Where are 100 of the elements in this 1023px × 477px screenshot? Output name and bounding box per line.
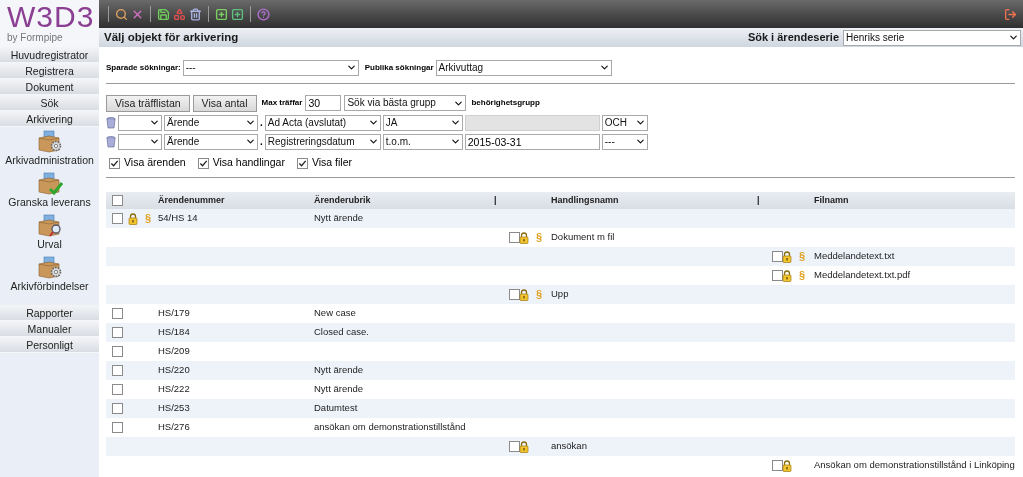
nav-button[interactable]: Sök xyxy=(0,95,99,111)
section-sign: § xyxy=(799,251,806,262)
dot-separator: . xyxy=(260,116,263,130)
chevron-down-icon xyxy=(245,136,256,147)
group-label: behörighetsgrupp xyxy=(471,97,540,109)
case-number: 54/HS 14 xyxy=(158,211,198,226)
chevron-down-icon xyxy=(149,117,160,128)
case-number: HS/179 xyxy=(158,306,190,321)
nav-link[interactable]: Granska leverans xyxy=(8,196,91,209)
document-name: ansökan xyxy=(551,439,587,454)
dot-separator: . xyxy=(260,135,263,149)
object-dropdown[interactable]: Ärende xyxy=(164,114,258,131)
box-check-icon[interactable] xyxy=(36,172,63,196)
case-number: HS/209 xyxy=(158,344,190,359)
action-button[interactable]: Visa antal xyxy=(192,94,257,112)
series-label: Sök i ärendeserie xyxy=(747,30,839,46)
logo-subtitle: by Formpipe xyxy=(7,32,64,44)
chevron-down-icon xyxy=(449,117,461,128)
box-gear-icon[interactable] xyxy=(36,130,63,154)
column-header: | xyxy=(494,193,497,207)
document-name: Upp xyxy=(551,287,569,302)
max-hits-label: Max träffar xyxy=(261,97,303,109)
chevron-down-icon xyxy=(598,62,610,73)
chevron-down-icon xyxy=(449,136,461,147)
prefix-dropdown[interactable] xyxy=(118,114,162,131)
row-checkbox[interactable] xyxy=(772,460,783,471)
public-searches-label: Publika sökningar xyxy=(364,61,434,74)
conjunction-dropdown[interactable]: --- xyxy=(601,133,648,150)
search-icon[interactable] xyxy=(115,7,128,21)
add-icon[interactable] xyxy=(231,7,244,21)
option-checkbox[interactable] xyxy=(296,157,308,169)
case-title: ansökan om demonstrationstillstånd xyxy=(314,420,466,435)
file-name: Ansökan om demonstrationstillstånd i Linköping xyxy=(814,458,1015,473)
case-title: New case xyxy=(314,306,356,321)
row-checkbox[interactable] xyxy=(509,289,520,300)
logout-icon[interactable] xyxy=(1004,7,1017,21)
save-icon[interactable] xyxy=(157,7,170,21)
nav-link[interactable]: Arkivadministration xyxy=(5,154,94,167)
value-input[interactable]: 2015-03-31 xyxy=(464,133,600,150)
column-header: | xyxy=(757,193,760,207)
box-gear-icon[interactable] xyxy=(36,256,63,280)
row-checkbox[interactable] xyxy=(509,232,520,243)
operator-dropdown[interactable]: JA xyxy=(382,114,463,131)
section-sign: § xyxy=(145,213,152,224)
nav-link[interactable]: Arkivförbindelser xyxy=(10,280,89,293)
nav-button[interactable]: Personligt xyxy=(0,337,99,353)
nav-button[interactable]: Manualer xyxy=(0,321,99,337)
row-checkbox[interactable] xyxy=(112,403,123,414)
row-checkbox[interactable] xyxy=(112,346,123,357)
nav-button[interactable]: Huvudregistrator xyxy=(0,47,99,63)
file-name: Meddelandetext.txt.pdf xyxy=(814,268,911,283)
nav-button[interactable]: Arkivering xyxy=(0,111,99,127)
column-header: Handlingsnamn xyxy=(551,193,619,207)
action-button[interactable]: Visa träfflistan xyxy=(106,94,190,112)
trash-bin-icon[interactable] xyxy=(106,135,116,148)
page-title: Välj objekt för arkivering xyxy=(104,29,239,45)
add-icon[interactable] xyxy=(215,7,228,21)
nav-button[interactable]: Registrera xyxy=(0,63,99,79)
case-number: HS/222 xyxy=(158,382,190,397)
series-dropdown[interactable]: Henriks serie xyxy=(843,29,1021,46)
row-checkbox[interactable] xyxy=(772,251,783,262)
row-checkbox[interactable] xyxy=(112,422,123,433)
attribute-dropdown[interactable]: Registreringsdatum xyxy=(264,133,381,150)
row-checkbox[interactable] xyxy=(112,213,123,224)
case-number: HS/220 xyxy=(158,363,190,378)
object-dropdown[interactable]: Ärende xyxy=(164,133,258,150)
row-checkbox[interactable] xyxy=(112,384,123,395)
section-sign: § xyxy=(536,232,543,243)
conjunction-dropdown[interactable]: OCH xyxy=(601,114,648,131)
chevron-down-icon xyxy=(367,117,379,128)
row-checkbox[interactable] xyxy=(509,441,520,452)
case-number: HS/253 xyxy=(158,401,190,416)
row-checkbox[interactable] xyxy=(112,327,123,338)
box-magnifier-icon[interactable] xyxy=(36,214,63,238)
section-sign: § xyxy=(799,270,806,281)
nav-link[interactable]: Urval xyxy=(37,238,62,251)
case-number: HS/184 xyxy=(158,325,190,340)
trash-bin-icon[interactable] xyxy=(106,116,116,129)
row-checkbox[interactable] xyxy=(772,270,783,281)
row-checkbox[interactable] xyxy=(112,308,123,319)
option-checkbox[interactable] xyxy=(109,157,120,169)
nav-button[interactable]: Rapporter xyxy=(0,305,99,321)
column-header: Ärenderubrik xyxy=(314,193,371,207)
max-hits-input[interactable]: 30 xyxy=(305,95,342,111)
nav-button[interactable]: Dokument xyxy=(0,79,99,95)
option-checkbox[interactable] xyxy=(197,157,209,169)
prefix-dropdown[interactable] xyxy=(118,133,162,150)
shapes-icon[interactable] xyxy=(173,7,186,21)
group-dropdown[interactable]: Sök via bästa grupp xyxy=(344,95,467,111)
saved-searches-dropdown[interactable]: --- xyxy=(182,59,359,76)
help-icon[interactable] xyxy=(257,7,270,21)
row-checkbox[interactable] xyxy=(112,365,123,376)
public-searches-dropdown[interactable]: Arkivuttag xyxy=(435,59,612,76)
option-label: Visa ärenden xyxy=(124,155,186,171)
attribute-dropdown[interactable]: Ad Acta (avslutat) xyxy=(264,114,381,131)
trash-icon[interactable] xyxy=(189,7,202,21)
saved-searches-label: Sparade sökningar: xyxy=(106,61,181,74)
select-all-checkbox[interactable] xyxy=(112,195,123,206)
chevron-down-icon xyxy=(634,136,646,147)
operator-dropdown[interactable]: t.o.m. xyxy=(382,133,463,150)
